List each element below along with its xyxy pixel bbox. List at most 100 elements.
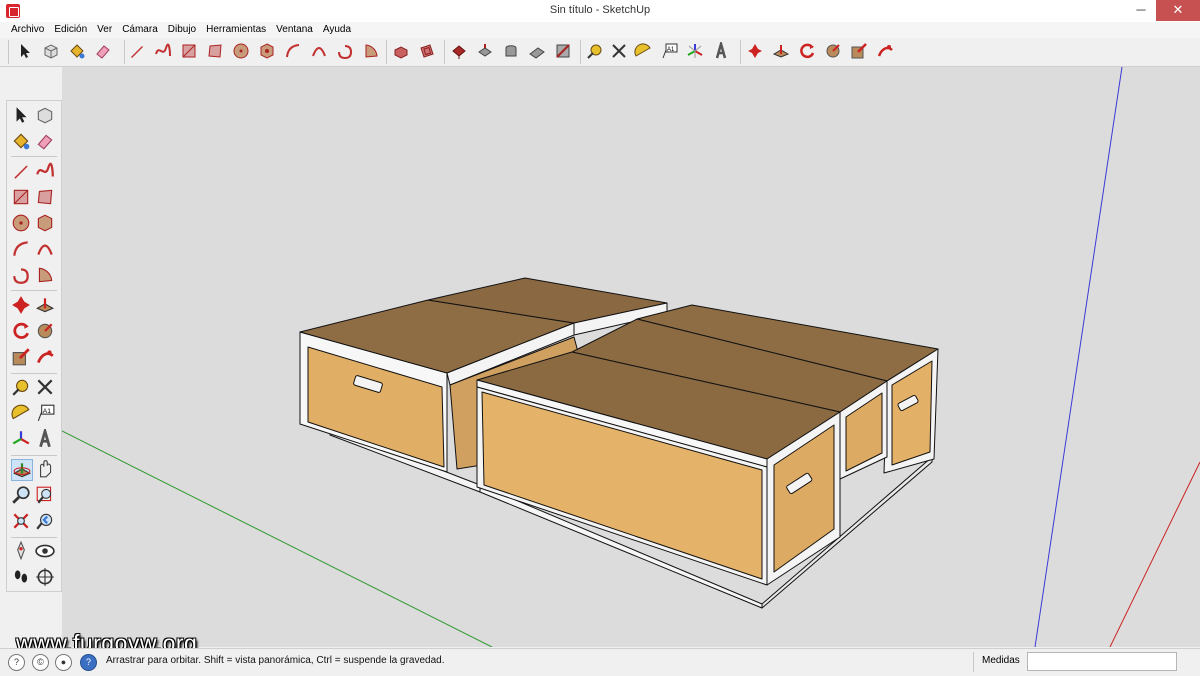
offset-icon[interactable] bbox=[418, 42, 436, 60]
eraser-icon[interactable] bbox=[35, 131, 55, 151]
credits-icon[interactable]: © bbox=[32, 654, 49, 671]
zoom-icon[interactable] bbox=[11, 485, 31, 505]
tape-measure-icon[interactable] bbox=[11, 377, 31, 397]
eraser-icon[interactable] bbox=[94, 42, 112, 60]
three-point-arc-icon[interactable] bbox=[336, 42, 354, 60]
close-button[interactable]: ✕ bbox=[1156, 0, 1200, 21]
text-icon[interactable]: A1 bbox=[660, 42, 678, 60]
geolocation-icon[interactable]: ? bbox=[8, 654, 25, 671]
pan-icon[interactable] bbox=[772, 42, 790, 60]
rotated-rectangle-icon[interactable] bbox=[35, 187, 55, 207]
select-icon[interactable] bbox=[16, 42, 34, 60]
protractor-icon[interactable] bbox=[634, 42, 652, 60]
protractor-icon[interactable] bbox=[11, 403, 31, 423]
push-pull-icon[interactable] bbox=[35, 295, 55, 315]
intersect-icon[interactable] bbox=[554, 42, 572, 60]
rectangle-icon[interactable] bbox=[180, 42, 198, 60]
dimension-icon[interactable] bbox=[610, 42, 628, 60]
two-point-arc-icon[interactable] bbox=[35, 239, 55, 259]
freehand-icon[interactable] bbox=[35, 161, 55, 181]
menu-bar: Archivo Edición Ver Cámara Dibujo Herramienta… bbox=[0, 22, 1200, 38]
polygon-icon[interactable] bbox=[258, 42, 276, 60]
zoom-extents-icon[interactable] bbox=[850, 42, 868, 60]
svg-text:A1: A1 bbox=[43, 408, 51, 415]
move-icon[interactable] bbox=[11, 295, 31, 315]
drawing-area[interactable] bbox=[62, 67, 1200, 647]
push-pull-icon[interactable] bbox=[392, 42, 410, 60]
component-icon[interactable] bbox=[35, 105, 55, 125]
menu-dibujo[interactable]: Dibujo bbox=[163, 22, 201, 38]
polygon-icon[interactable] bbox=[35, 213, 55, 233]
menu-ver[interactable]: Ver bbox=[92, 22, 117, 38]
section-plane-icon[interactable] bbox=[35, 567, 55, 587]
menu-edicion[interactable]: Edición bbox=[49, 22, 92, 38]
rotate-icon[interactable] bbox=[11, 321, 31, 341]
menu-ayuda[interactable]: Ayuda bbox=[318, 22, 356, 38]
previous-view-icon[interactable] bbox=[35, 511, 55, 531]
menu-camara[interactable]: Cámara bbox=[117, 22, 163, 38]
toolbar-separator bbox=[11, 156, 57, 157]
svg-text:A1: A1 bbox=[667, 47, 675, 53]
axes-icon[interactable] bbox=[686, 42, 704, 60]
title-bar: Sin título - SketchUp ─ □ ✕ bbox=[0, 0, 1200, 23]
measurements-field[interactable] bbox=[1027, 652, 1177, 671]
position-camera-icon[interactable] bbox=[11, 541, 31, 561]
scale-icon[interactable] bbox=[528, 42, 546, 60]
pie-icon[interactable] bbox=[362, 42, 380, 60]
rotate-icon[interactable] bbox=[502, 42, 520, 60]
pan-icon[interactable] bbox=[35, 459, 55, 479]
status-bar: ? © ● ? Arrastrar para orbitar. Shift = … bbox=[0, 648, 1200, 676]
rectangle-icon[interactable] bbox=[11, 187, 31, 207]
circle-icon[interactable] bbox=[232, 42, 250, 60]
walk-icon[interactable] bbox=[876, 42, 894, 60]
status-separator bbox=[973, 652, 974, 672]
blue-axis bbox=[1034, 67, 1123, 647]
look-around-icon[interactable] bbox=[35, 541, 55, 561]
rotated-rectangle-icon[interactable] bbox=[206, 42, 224, 60]
paint-bucket-icon[interactable] bbox=[68, 42, 86, 60]
menu-herramientas[interactable]: Herramientas bbox=[201, 22, 271, 38]
two-point-arc-icon[interactable] bbox=[310, 42, 328, 60]
axes-icon[interactable] bbox=[11, 429, 31, 449]
user-icon[interactable]: ● bbox=[55, 654, 72, 671]
zoom-window-icon[interactable] bbox=[824, 42, 842, 60]
paint-bucket-icon[interactable] bbox=[11, 131, 31, 151]
offset-icon[interactable] bbox=[35, 347, 55, 367]
walk-icon[interactable] bbox=[11, 567, 31, 587]
tape-measure-icon[interactable] bbox=[586, 42, 604, 60]
menu-archivo[interactable]: Archivo bbox=[6, 22, 49, 38]
circle-icon[interactable] bbox=[11, 213, 31, 233]
box-model[interactable] bbox=[299, 277, 939, 609]
zoom-extents-icon[interactable] bbox=[11, 511, 31, 531]
3d-text-icon[interactable] bbox=[712, 42, 730, 60]
instructor-help-icon[interactable]: ? bbox=[80, 654, 97, 671]
measurements-label: Medidas bbox=[982, 655, 1020, 666]
scale-icon[interactable] bbox=[11, 347, 31, 367]
freehand-icon[interactable] bbox=[154, 42, 172, 60]
orbit-icon[interactable] bbox=[11, 459, 33, 481]
pencil-line-icon[interactable] bbox=[128, 42, 146, 60]
pie-icon[interactable] bbox=[35, 265, 55, 285]
orbit-icon[interactable] bbox=[746, 42, 764, 60]
left-toolbar: A1 bbox=[6, 100, 62, 592]
dimension-icon[interactable] bbox=[35, 377, 55, 397]
follow-me-icon[interactable] bbox=[476, 42, 494, 60]
component-icon[interactable] bbox=[42, 42, 60, 60]
minimize-button[interactable]: ─ bbox=[1126, 0, 1156, 21]
arc-icon[interactable] bbox=[284, 42, 302, 60]
line-icon[interactable] bbox=[11, 161, 31, 181]
toolbar-separator bbox=[11, 537, 57, 538]
model-view[interactable] bbox=[62, 67, 1200, 647]
3d-text-icon[interactable] bbox=[35, 429, 55, 449]
text-icon[interactable]: A1 bbox=[35, 403, 55, 423]
main-toolbar: A1 bbox=[0, 38, 1200, 67]
arc-icon[interactable] bbox=[11, 239, 31, 259]
move-icon[interactable] bbox=[450, 42, 468, 60]
zoom-window-icon[interactable] bbox=[35, 485, 55, 505]
follow-me-icon[interactable] bbox=[35, 321, 55, 341]
zoom-icon[interactable] bbox=[798, 42, 816, 60]
select-icon[interactable] bbox=[11, 105, 31, 125]
menu-ventana[interactable]: Ventana bbox=[271, 22, 318, 38]
three-point-arc-icon[interactable] bbox=[11, 265, 31, 285]
toolbar-separator bbox=[11, 290, 57, 291]
